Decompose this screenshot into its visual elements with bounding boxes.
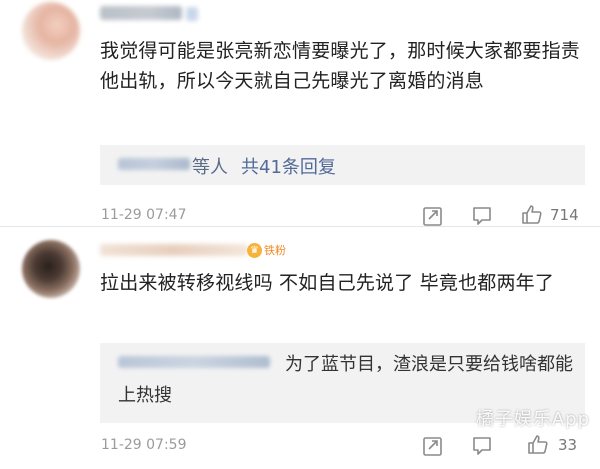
username-blurred[interactable]: [100, 244, 248, 256]
reply-suffix: 等人: [192, 157, 228, 178]
avatar[interactable]: [22, 240, 80, 298]
comment-time: 11-29 07:59: [101, 437, 187, 453]
avatar[interactable]: [22, 2, 80, 60]
verified-blurred: [186, 7, 198, 21]
comment-icon[interactable]: [471, 435, 493, 457]
reply-users-blurred: [118, 158, 190, 170]
comment-text: 拉出来被转移视线吗 不如自己先说了 毕竟也都两年了: [100, 272, 555, 294]
share-icon[interactable]: [422, 205, 444, 227]
username-blurred[interactable]: [100, 6, 182, 20]
crown-icon: ♛: [247, 242, 262, 258]
like-icon[interactable]: [527, 433, 549, 455]
comment-time: 11-29 07:47: [101, 207, 187, 223]
watermark: 橘子娱乐App: [475, 409, 590, 430]
comment-icon[interactable]: [471, 205, 493, 227]
like-icon[interactable]: [521, 203, 543, 225]
like-count: 33: [558, 436, 578, 454]
fan-badge: ♛ 铁粉: [247, 241, 286, 259]
divider: [0, 226, 600, 227]
reply-count-link[interactable]: 共41条回复: [241, 153, 336, 179]
badge-label: 铁粉: [264, 244, 286, 257]
comment-text: 我觉得可能是张亮新恋情要曝光了，那时候大家都要指责他出轨，所以今天就自己先曝光了…: [100, 40, 581, 92]
share-icon[interactable]: [422, 435, 444, 457]
reply-text: 为了蓝节目，渣浪是只要给钱啥都能上热搜: [118, 354, 573, 406]
like-count: 714: [550, 206, 579, 224]
reply-summary[interactable]: 等人 共41条回复: [100, 145, 585, 185]
